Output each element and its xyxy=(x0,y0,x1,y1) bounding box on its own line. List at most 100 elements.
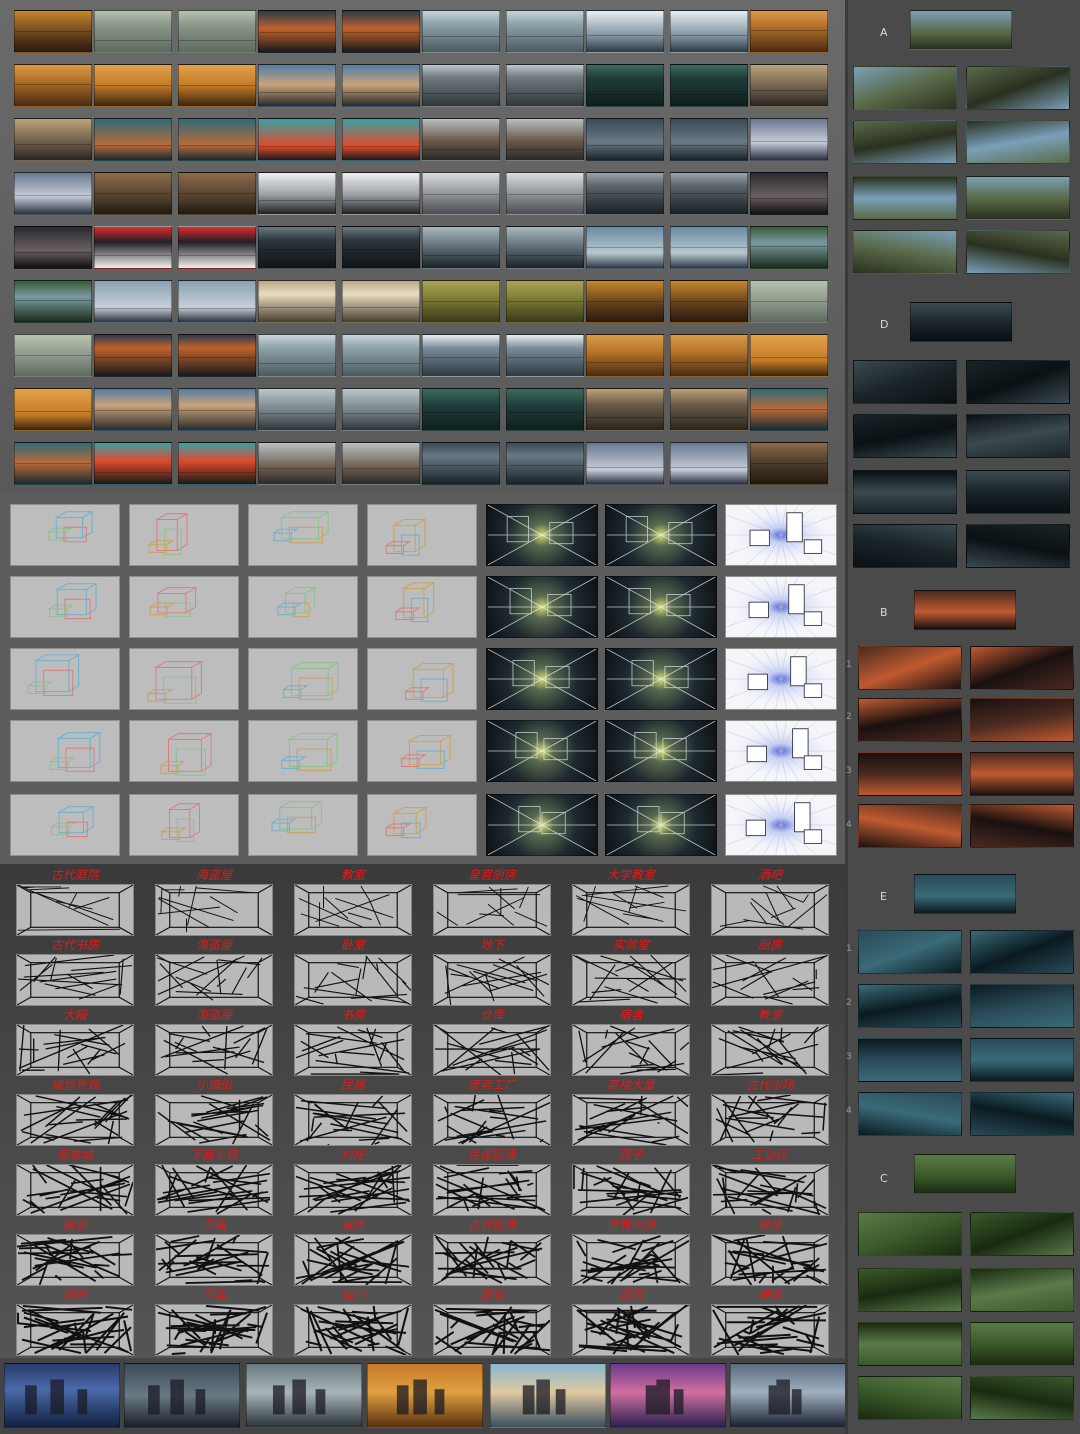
panel-reference-image xyxy=(966,176,1070,220)
sketch-caption: 城门 xyxy=(340,1288,365,1302)
panel-reference-image xyxy=(858,804,962,848)
block-massing-study xyxy=(129,648,239,710)
panel-reference-image xyxy=(970,1038,1074,1082)
row-number: 3 xyxy=(846,1052,852,1062)
interior-line-sketch xyxy=(711,1234,829,1286)
film-frame xyxy=(586,334,664,377)
interior-line-sketch xyxy=(572,1024,690,1076)
block-massing-study xyxy=(248,720,358,782)
interior-line-sketch xyxy=(433,1164,551,1216)
panel-reference-image xyxy=(970,930,1074,974)
film-frame xyxy=(586,280,664,323)
panel-key-image xyxy=(914,590,1016,630)
sketch-caption: 厨房 xyxy=(757,938,782,952)
film-frame xyxy=(750,280,828,323)
film-frame xyxy=(14,10,92,53)
film-frame xyxy=(422,64,500,107)
film-frame xyxy=(670,172,748,215)
interior-line-sketch xyxy=(16,1024,134,1076)
film-frame xyxy=(670,442,748,485)
panel-reference-image xyxy=(858,984,962,1028)
film-frame xyxy=(258,334,336,377)
panel-reference-image xyxy=(970,1092,1074,1136)
film-frame xyxy=(94,442,172,485)
film-frame xyxy=(14,388,92,431)
perspective-grid-study xyxy=(725,648,837,710)
panel-reference-image xyxy=(858,930,962,974)
panel-label: C xyxy=(880,1172,888,1185)
sketch-caption: 寺庙 xyxy=(201,1288,226,1302)
perspective-photo-study xyxy=(486,720,598,782)
block-massing-study xyxy=(367,504,477,566)
panel-reference-image xyxy=(858,1268,962,1312)
film-frame xyxy=(178,226,256,269)
sketch-caption: 海盗屋 xyxy=(195,868,232,882)
film-frame xyxy=(178,388,256,431)
block-massing-study xyxy=(129,794,239,856)
panel-reference-image xyxy=(858,752,962,796)
film-frame xyxy=(258,172,336,215)
film-frame xyxy=(94,10,172,53)
interior-line-sketch xyxy=(711,1024,829,1076)
film-frame xyxy=(178,10,256,53)
film-frame xyxy=(14,172,92,215)
perspective-photo-study xyxy=(605,794,717,856)
row-number: 3 xyxy=(846,766,852,776)
sketch-caption: 废弃工厂 xyxy=(467,1078,516,1092)
city-color-study xyxy=(490,1363,606,1428)
film-frame xyxy=(750,334,828,377)
sketch-caption: 院子 xyxy=(618,1148,643,1162)
sketch-caption: 楼梯 xyxy=(757,1218,782,1232)
film-frame xyxy=(14,64,92,107)
film-frame xyxy=(94,334,172,377)
block-massing-study xyxy=(10,504,120,566)
film-frame xyxy=(750,10,828,53)
interior-line-sketch xyxy=(155,1234,273,1286)
interior-line-sketch xyxy=(572,884,690,936)
block-massing-study xyxy=(367,576,477,638)
panel-reference-image xyxy=(970,646,1074,690)
film-frame xyxy=(506,334,584,377)
film-frame xyxy=(750,172,828,215)
city-color-study xyxy=(730,1363,846,1428)
sketch-caption: 实验室 xyxy=(612,938,649,952)
film-frame xyxy=(506,442,584,485)
film-frame xyxy=(342,334,420,377)
film-frame xyxy=(670,118,748,161)
film-frame xyxy=(750,388,828,431)
panel-reference-image xyxy=(966,120,1070,164)
film-frame xyxy=(422,226,500,269)
panel-reference-image xyxy=(858,1038,962,1082)
panel-reference-image xyxy=(853,176,957,220)
film-frame xyxy=(586,118,664,161)
film-frame xyxy=(422,10,500,53)
film-frame xyxy=(342,442,420,485)
film-frame xyxy=(258,388,336,431)
interior-line-sketch xyxy=(16,954,134,1006)
panel-reference-image xyxy=(858,1212,962,1256)
film-frame xyxy=(750,226,828,269)
film-frame xyxy=(422,388,500,431)
block-massing-study xyxy=(248,794,358,856)
sketch-caption: 教室 xyxy=(340,868,365,882)
sketch-caption: 仓库 xyxy=(479,1008,504,1022)
sketch-caption: 城堡 xyxy=(340,1218,365,1232)
sketch-caption: 皇宫厨房 xyxy=(467,868,516,882)
panel-reference-image xyxy=(966,230,1070,274)
sketch-caption: 高楼大厦 xyxy=(606,1078,655,1092)
interior-line-sketch xyxy=(572,1094,690,1146)
interior-line-sketch xyxy=(711,1164,829,1216)
film-frame xyxy=(586,172,664,215)
film-frame xyxy=(178,64,256,107)
film-frame xyxy=(506,118,584,161)
film-frame xyxy=(258,442,336,485)
interior-line-sketch xyxy=(294,884,412,936)
interior-line-sketch xyxy=(572,1304,690,1356)
interior-line-sketch xyxy=(294,1094,412,1146)
panel-key-image xyxy=(910,10,1012,50)
film-frame xyxy=(750,442,828,485)
block-massing-study xyxy=(367,720,477,782)
perspective-photo-study xyxy=(605,648,717,710)
sketch-caption: 牌楼 xyxy=(757,1288,782,1302)
film-frame xyxy=(586,226,664,269)
